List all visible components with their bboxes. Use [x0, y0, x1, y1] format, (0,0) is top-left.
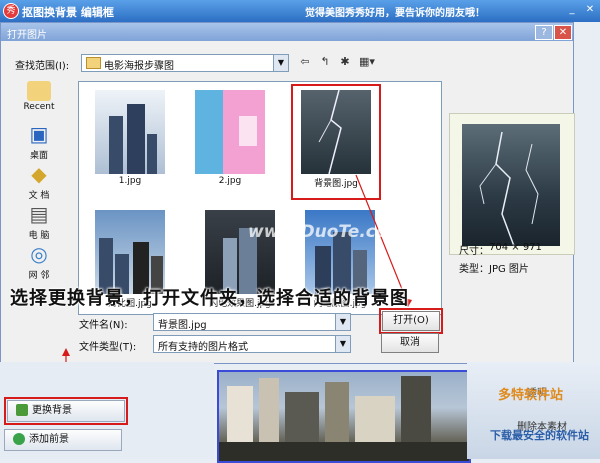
instruction-annotation: 选择更换背景，打开文件夹，选择合适的背景图	[10, 288, 409, 309]
change-background-highlight: 更换背景	[4, 397, 128, 425]
left-toolbar: 更换背景 添加前景	[0, 362, 214, 459]
add-icon	[13, 433, 25, 445]
change-background-button[interactable]: 更换背景	[7, 400, 125, 422]
watermark-brand: 多特软件站	[498, 388, 564, 403]
canvas-photo[interactable]	[217, 370, 471, 463]
add-foreground-button[interactable]: 添加前景	[4, 429, 122, 451]
right-panel: 删除本素材 透明	[467, 362, 600, 459]
change-background-icon	[16, 404, 28, 416]
watermark-site: www.DuoTe.com	[248, 222, 406, 242]
watermark-slogan: 下载最安全的软件站	[490, 429, 589, 442]
